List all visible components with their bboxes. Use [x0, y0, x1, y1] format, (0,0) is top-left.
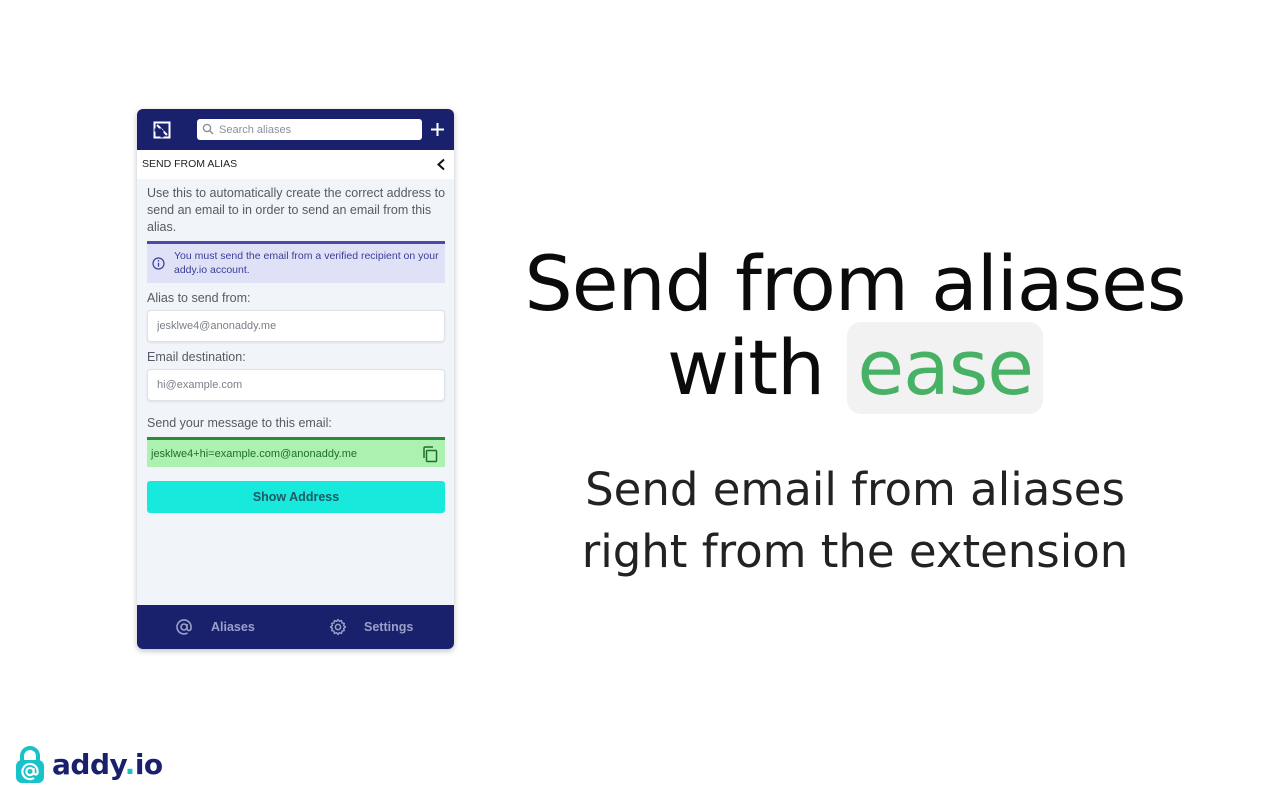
brand-name-part-1: addy: [52, 748, 125, 781]
open-app-icon[interactable]: [153, 121, 171, 139]
headline-line-1: Send from aliases: [524, 239, 1187, 328]
subheadline-line-2: right from the extension: [581, 525, 1129, 578]
search-icon: [202, 123, 214, 135]
search-input[interactable]: [219, 119, 417, 140]
alias-input[interactable]: [147, 310, 445, 342]
add-alias-icon[interactable]: [429, 121, 446, 138]
result-label: Send your message to this email:: [147, 416, 332, 430]
info-notice: You must send the email from a verified …: [147, 241, 445, 283]
section-header: SEND FROM ALIAS: [137, 150, 454, 179]
destination-input[interactable]: [147, 369, 445, 401]
nav-aliases[interactable]: Aliases: [175, 605, 275, 649]
nav-aliases-label: Aliases: [211, 620, 255, 634]
search-box: [197, 119, 422, 140]
bottom-nav: Aliases Settings: [137, 605, 454, 649]
headline-prefix: with: [666, 323, 825, 412]
destination-label: Email destination:: [147, 350, 246, 364]
brand-name-dot: .: [124, 748, 136, 781]
nav-settings-label: Settings: [364, 620, 414, 634]
gear-icon: [329, 618, 347, 636]
at-sign-icon: [176, 619, 192, 635]
nav-settings[interactable]: Settings: [329, 605, 429, 649]
back-chevron-icon[interactable]: [435, 158, 447, 171]
show-address-button[interactable]: Show Address: [147, 481, 445, 513]
section-title: SEND FROM ALIAS: [142, 158, 238, 170]
brand-name: addy.io: [52, 748, 163, 781]
result-address[interactable]: jesklwe4+hi=example.com@anonaddy.me: [151, 448, 357, 460]
headline-line-2: with ease: [500, 322, 1210, 414]
subheadline-line-1: Send email from aliases: [585, 463, 1125, 516]
popup-top-bar: [137, 109, 454, 150]
brand-name-part-2: io: [134, 748, 163, 781]
info-icon: [152, 257, 165, 270]
copy-icon[interactable]: [421, 445, 439, 463]
description-text: Use this to automatically create the cor…: [147, 186, 446, 234]
notice-text: You must send the email from a verified …: [174, 250, 439, 276]
brand-logo: addy.io: [14, 746, 174, 786]
result-address-box: jesklwe4+hi=example.com@anonaddy.me: [147, 437, 445, 467]
headline-highlight: ease: [847, 322, 1044, 414]
extension-popup: SEND FROM ALIAS Use this to automaticall…: [137, 109, 454, 649]
alias-label: Alias to send from:: [147, 291, 251, 305]
padlock-at-icon: [16, 746, 44, 783]
